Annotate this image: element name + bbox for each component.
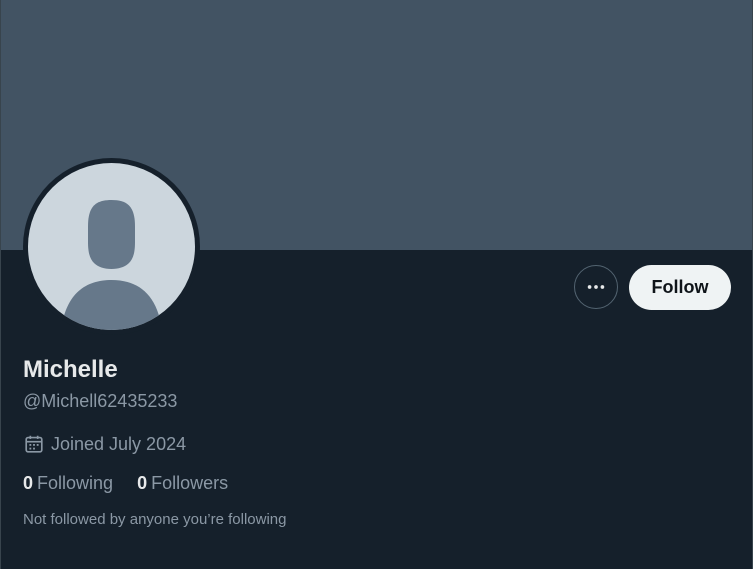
default-avatar-icon — [28, 163, 195, 330]
calendar-icon — [25, 435, 43, 453]
followers-link[interactable]: 0 Followers — [137, 471, 228, 495]
not-followed-note: Not followed by anyone you’re following — [23, 511, 287, 528]
follow-button[interactable]: Follow — [629, 265, 731, 310]
followers-label: Followers — [151, 473, 229, 493]
followers-count: 0 — [137, 473, 148, 493]
more-button[interactable] — [574, 265, 618, 309]
display-name: Michelle — [23, 356, 118, 383]
profile-page: Follow Michelle @Michell62435233 Joined … — [0, 0, 753, 569]
more-horizontal-icon — [587, 285, 605, 289]
profile-handle: @Michell62435233 — [23, 391, 178, 411]
avatar[interactable] — [23, 158, 200, 335]
following-link[interactable]: 0 Following — [23, 471, 113, 495]
joined-text: Joined July 2024 — [51, 434, 187, 454]
following-count: 0 — [23, 473, 34, 493]
following-label: Following — [37, 473, 114, 493]
profile-stats: 0 Following 0 Followers — [23, 471, 228, 495]
joined-date: Joined July 2024 — [23, 432, 186, 456]
